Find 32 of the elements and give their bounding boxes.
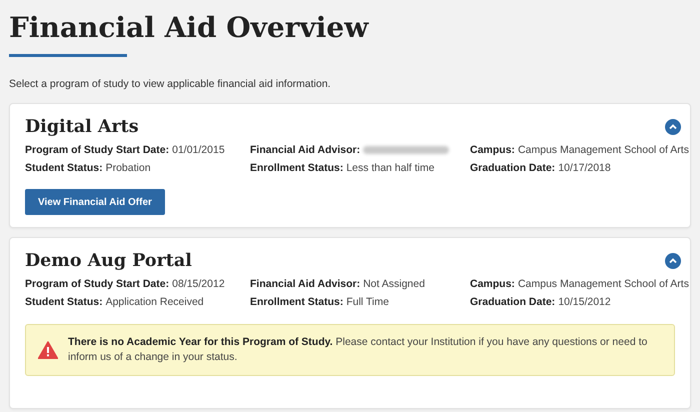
collapse-button[interactable] <box>665 253 681 269</box>
field-label: Financial Aid Advisor: <box>250 144 360 156</box>
notice-text: There is no Academic Year for this Program of Study. Please contact your Institution if you have any questions or need to inform us of a change in your status. <box>68 335 648 365</box>
field-label: Graduation Date: <box>470 296 556 308</box>
subtitle: Select a program of study to view applicable financial aid information. <box>9 78 332 90</box>
field-label: Student Status: <box>25 162 103 174</box>
field-label: Program of Study Start Date: <box>25 278 170 290</box>
collapse-button[interactable] <box>665 119 681 135</box>
warning-icon <box>38 341 58 359</box>
field-label: Program of Study Start Date: <box>25 144 170 156</box>
field-value: Campus Management School of Arts <box>518 278 689 290</box>
field-value: 10/15/2012 <box>558 296 611 308</box>
program-title: Demo Aug Portal <box>25 250 192 273</box>
program-title: Digital Arts <box>25 116 139 139</box>
page-title: Financial Aid Overview <box>9 10 370 46</box>
field-label: Campus: <box>470 144 515 156</box>
field-label: Campus: <box>470 278 515 290</box>
field-label: Student Status: <box>25 296 103 308</box>
field-value: Full Time <box>346 296 389 308</box>
field-value: 10/17/2018 <box>558 162 611 174</box>
field-value: Not Assigned <box>363 278 425 290</box>
field-value: 08/15/2012 <box>172 278 225 290</box>
field-value: Campus Management School of Arts <box>518 144 689 156</box>
field-value: Less than half time <box>346 162 434 174</box>
field-value: Probation <box>106 162 151 174</box>
field-label: Graduation Date: <box>470 162 556 174</box>
field-label: Financial Aid Advisor: <box>250 278 360 290</box>
field-label: Enrollment Status: <box>250 296 344 308</box>
field-label: Enrollment Status: <box>250 162 344 174</box>
field-value: 01/01/2015 <box>172 144 225 156</box>
view-offer-button[interactable]: View Financial Aid Offer <box>25 189 165 215</box>
field-value: Application Received <box>106 296 204 308</box>
